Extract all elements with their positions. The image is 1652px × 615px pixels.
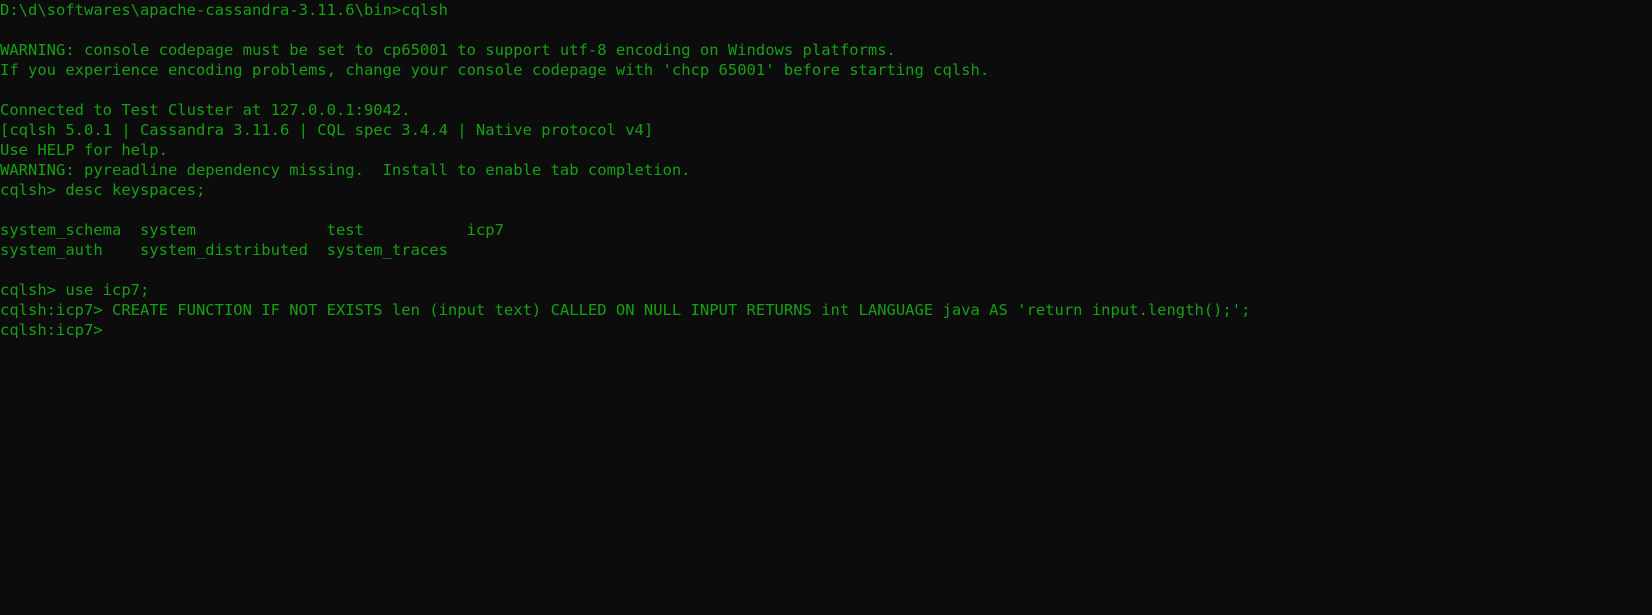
terminal-line-warning: WARNING: console codepage must be set to…: [0, 41, 896, 59]
terminal-window[interactable]: D:\d\softwares\apache-cassandra-3.11.6\b…: [0, 0, 1652, 615]
terminal-line-output: Use HELP for help.: [0, 141, 168, 159]
terminal-line-command: cqlsh> desc keyspaces;: [0, 181, 206, 199]
terminal-line-output: Connected to Test Cluster at 127.0.0.1:9…: [0, 101, 411, 119]
terminal-line-output: system_auth system_distributed system_tr…: [0, 241, 448, 259]
terminal-line-command: D:\d\softwares\apache-cassandra-3.11.6\b…: [0, 1, 448, 19]
terminal-line-command: cqlsh> use icp7;: [0, 281, 150, 299]
terminal-line-output: [cqlsh 5.0.1 | Cassandra 3.11.6 | CQL sp…: [0, 121, 654, 139]
terminal-line-command: cqlsh:icp7> CREATE FUNCTION IF NOT EXIST…: [0, 301, 1251, 319]
terminal-prompt[interactable]: cqlsh:icp7>: [0, 320, 1652, 340]
terminal-line-warning: WARNING: pyreadline dependency missing. …: [0, 161, 691, 179]
terminal-line-output: system_schema system test icp7: [0, 221, 504, 239]
terminal-line-warning: If you experience encoding problems, cha…: [0, 61, 990, 79]
